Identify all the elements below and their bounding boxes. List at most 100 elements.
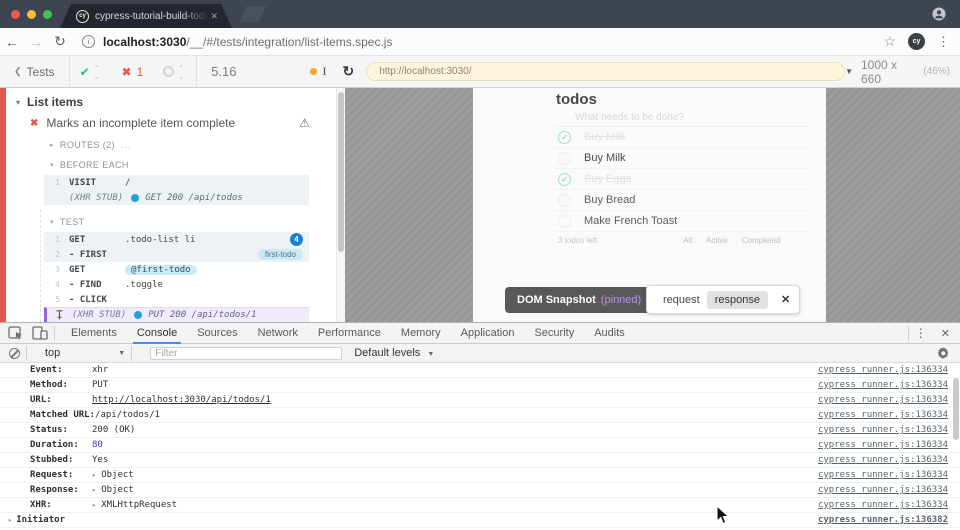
command-find[interactable]: 4 - FIND .toggle [44,277,309,292]
traffic-light-close-icon[interactable] [11,10,20,19]
forward-icon[interactable]: → [24,34,48,50]
source-link[interactable]: cypress_runner.js:136334 [818,440,948,450]
profile-icon[interactable] [932,7,946,21]
command-xhr-stub-pinned[interactable]: (XHR STUB) PUT 200 /api/todos/1 [44,307,309,322]
source-link[interactable]: cypress_runner.js:136334 [818,470,948,480]
test-section[interactable]: ▾ TEST [6,215,336,229]
tab-application[interactable]: Application [451,323,525,344]
unpin-close-icon[interactable]: ✕ [781,293,790,306]
aut-url-field[interactable]: http://localhost:3030/ [366,62,846,81]
source-link[interactable]: cypress_runner.js:136334 [818,485,948,495]
log-row[interactable]: XHR: ▸ XMLHttpRequest cypress_runner.js:… [0,498,960,513]
suite-list-items[interactable]: ▾ List items [6,94,336,110]
source-link[interactable]: cypress_runner.js:136334 [818,410,948,420]
devtools-menu-icon[interactable]: ⋮ [915,326,927,340]
initiator-row[interactable]: ▸ Initiator cypress_runner.js:136382 [0,513,960,528]
filter-completed[interactable]: Completed [742,236,781,245]
source-link[interactable]: cypress_runner.js:136334 [818,500,948,510]
bookmark-star-icon[interactable]: ☆ [883,33,896,50]
tab-console[interactable]: Console [127,323,187,344]
log-row[interactable]: Status: 200 (OK) cypress_runner.js:13633… [0,423,960,438]
source-link[interactable]: cypress_runner.js:136382 [818,515,948,525]
tab-memory[interactable]: Memory [391,323,451,344]
command-click[interactable]: 5 - CLICK [44,292,309,307]
todo-toggle-checked-icon[interactable]: ✓ [558,130,571,144]
log-row[interactable]: Response: ▸ Object cypress_runner.js:136… [0,483,960,498]
failed-test-row[interactable]: ✖ Marks an incomplete item complete ⚠ [6,114,336,132]
console-scrollbar-thumb[interactable] [953,378,959,440]
todo-item[interactable]: Make French Toast [553,211,811,232]
source-link[interactable]: cypress_runner.js:136334 [818,395,948,405]
clear-console-icon[interactable] [9,347,20,359]
passed-stat[interactable]: ✔ -- [80,60,102,84]
inspect-element-icon[interactable] [8,326,24,340]
command-visit[interactable]: 1 VISIT / [44,175,309,190]
todo-toggle-icon[interactable] [558,214,571,228]
log-levels-selector[interactable]: Default levels ▼ [354,347,434,359]
source-link[interactable]: cypress_runner.js:136334 [818,455,948,465]
back-to-tests-button[interactable]: ❮ Tests [0,65,69,79]
tab-elements[interactable]: Elements [61,323,127,344]
back-icon[interactable]: ← [0,34,24,50]
new-todo-input[interactable]: What needs to be done? [553,108,811,127]
console-filter-input[interactable] [150,346,343,360]
todo-item[interactable]: ✓ Buy Eggs [553,169,811,190]
new-tab-button[interactable] [240,6,266,22]
todo-item[interactable]: ✓ Buy Milk [553,127,811,148]
failed-stat[interactable]: ✖ 1 [122,65,144,79]
todo-item[interactable]: Buy Bread [553,190,811,211]
source-link[interactable]: cypress_runner.js:136334 [818,425,948,435]
browser-menu-icon[interactable]: ⋮ [937,34,950,50]
pending-stat[interactable]: -- [163,60,186,84]
site-info-icon[interactable]: i [82,35,95,48]
reload-icon[interactable]: ↻ [48,33,72,50]
expand-triangle-icon[interactable]: ▸ [92,471,96,479]
selector-playground-toggle[interactable]: I [310,64,326,79]
expand-triangle-icon[interactable]: ▸ [92,486,96,494]
reporter-scrollbar[interactable] [336,88,345,322]
restart-tests-icon[interactable]: ↻ [342,63,354,80]
traffic-light-minimize-icon[interactable] [27,10,36,19]
filter-all[interactable]: All [683,236,692,245]
log-row[interactable]: Event: xhr cypress_runner.js:136334 [0,363,960,378]
command-get-alias[interactable]: 3 GET @first-todo [44,262,309,277]
todo-toggle-checked-icon[interactable]: ✓ [558,172,571,186]
tab-performance[interactable]: Performance [308,323,391,344]
expand-triangle-icon[interactable]: ▸ [92,501,96,509]
log-row[interactable]: Duration: 80 cypress_runner.js:136334 [0,438,960,453]
cypress-extension-icon[interactable]: cy [908,33,925,50]
routes-section[interactable]: ▸ ROUTES (2) ... [6,138,336,152]
log-row[interactable]: Matched URL: /api/todos/1 cypress_runner… [0,408,960,423]
expand-triangle-icon[interactable]: ▸ [8,516,12,524]
command-xhr-stub[interactable]: (XHR STUB) GET 200 /api/todos [44,190,309,205]
url-path[interactable]: /__/#/tests/integration/list-items.spec.… [186,35,392,49]
command-first[interactable]: 2 - FIRST first-todo [44,247,309,262]
execution-context-selector[interactable]: top [45,347,60,359]
source-link[interactable]: cypress_runner.js:136334 [818,365,948,375]
request-tab[interactable]: request [656,291,707,309]
context-dropdown-icon[interactable]: ▼ [118,350,125,357]
scrollbar-thumb[interactable] [338,92,344,252]
tab-sources[interactable]: Sources [187,323,247,344]
log-row[interactable]: Stubbed: Yes cypress_runner.js:136334 [0,453,960,468]
log-row[interactable]: Method: PUT cypress_runner.js:136334 [0,378,960,393]
devtools-close-icon[interactable]: ✕ [941,327,950,340]
tab-network[interactable]: Network [248,323,308,344]
todo-toggle-icon[interactable] [558,193,571,207]
device-toolbar-icon[interactable] [32,326,48,340]
tab-close-icon[interactable]: ✕ [210,11,218,22]
log-row[interactable]: URL: http://localhost:3030/api/todos/1 c… [0,393,960,408]
response-tab[interactable]: response [706,290,768,309]
tab-audits[interactable]: Audits [584,323,635,344]
browser-tab[interactable]: cy cypress-tutorial-build-todo-st ✕ [60,4,232,28]
log-row[interactable]: Request: ▸ Object cypress_runner.js:1363… [0,468,960,483]
viewport-dropdown-icon[interactable]: ▼ [845,67,853,76]
console-settings-gear-icon[interactable] [937,346,950,360]
viewport-size[interactable]: 1000 x 660 [861,58,918,86]
log-value-url[interactable]: http://localhost:3030/api/todos/1 [92,395,271,405]
tab-security[interactable]: Security [524,323,584,344]
filter-active[interactable]: Active [706,236,728,245]
before-each-section[interactable]: ▾ BEFORE EACH [6,158,336,172]
source-link[interactable]: cypress_runner.js:136334 [818,380,948,390]
url-host[interactable]: localhost:3030 [103,35,186,49]
